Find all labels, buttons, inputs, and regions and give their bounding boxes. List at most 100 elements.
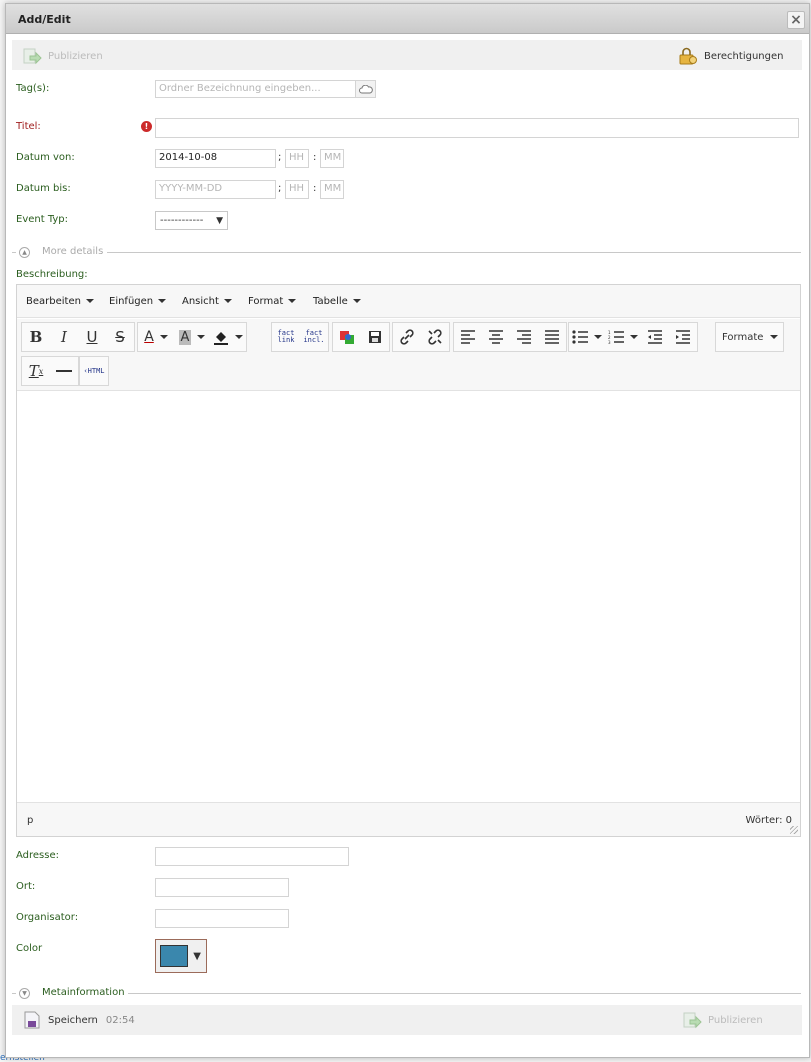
fill-color-icon[interactable] xyxy=(210,323,246,351)
section-divider xyxy=(12,993,16,994)
fact-link-icon[interactable]: fact link xyxy=(272,323,300,351)
color-group: A A xyxy=(137,322,247,352)
dialog-titlebar[interactable]: Add/Edit × xyxy=(6,4,809,34)
publish-icon xyxy=(682,1010,702,1030)
align-justify-icon[interactable] xyxy=(538,323,566,351)
menu-insert[interactable]: Einfügen xyxy=(109,296,167,307)
add-edit-dialog: Add/Edit × Publizieren Berechtigungen Ta… xyxy=(5,3,810,1058)
cloud-icon[interactable] xyxy=(355,80,376,98)
link-group xyxy=(392,322,450,352)
resize-handle-icon[interactable] xyxy=(790,826,798,834)
menu-format[interactable]: Format xyxy=(248,296,297,307)
horizontal-rule-icon[interactable] xyxy=(50,357,78,385)
address-label: Adresse: xyxy=(16,850,59,861)
publish-label-bottom: Publizieren xyxy=(708,1014,763,1026)
date-from-label: Datum von: xyxy=(16,152,75,163)
italic-icon[interactable]: I xyxy=(50,323,78,351)
organizer-label: Organisator: xyxy=(16,912,79,923)
time-separator: ; xyxy=(278,152,282,163)
time-colon: : xyxy=(313,183,317,194)
save-icon xyxy=(22,1010,42,1030)
publish-icon xyxy=(22,46,42,66)
color-label: Color xyxy=(16,943,43,954)
address-input[interactable] xyxy=(155,847,349,866)
date-to-label: Datum bis: xyxy=(16,183,71,194)
link-icon[interactable] xyxy=(393,323,421,351)
event-type-label: Event Typ: xyxy=(16,214,69,225)
date-to-input[interactable]: YYYY-MM-DD xyxy=(155,180,276,199)
bold-icon[interactable]: B xyxy=(22,323,50,351)
save-time: 02:54 xyxy=(105,1014,135,1026)
expand-collapse-icon[interactable]: ▼ xyxy=(19,988,30,999)
save-label: Speichern xyxy=(48,1014,98,1026)
editor-content-area[interactable] xyxy=(17,392,800,802)
clear-group: Tx xyxy=(21,356,79,386)
dialog-title: Add/Edit xyxy=(18,13,71,26)
formats-label: Formate xyxy=(722,331,764,343)
close-icon[interactable]: × xyxy=(787,11,805,29)
image-icon[interactable] xyxy=(333,323,361,351)
background-color-icon[interactable]: A xyxy=(174,323,210,351)
color-picker[interactable]: ▼ xyxy=(155,939,207,973)
fact-include-icon[interactable]: fact incl. xyxy=(300,323,328,351)
formats-dropdown[interactable]: Formate xyxy=(715,322,784,352)
publish-label-top: Publizieren xyxy=(48,50,103,62)
underline-icon[interactable]: U xyxy=(78,323,106,351)
time-colon: : xyxy=(313,152,317,163)
save-button[interactable]: Speichern 02:54 xyxy=(22,1010,135,1030)
html-group: ‹HTML xyxy=(79,356,109,386)
dropdown-arrow-icon: ▼ xyxy=(216,215,223,226)
organizer-input[interactable] xyxy=(155,909,289,928)
bottom-action-bar: Speichern 02:54 Publizieren xyxy=(12,1005,802,1035)
bullet-list-icon[interactable] xyxy=(569,323,605,351)
indent-icon[interactable] xyxy=(669,323,697,351)
save-document-icon[interactable] xyxy=(361,323,389,351)
time-separator: ; xyxy=(278,183,282,194)
fact-group: fact link fact incl. xyxy=(271,322,329,352)
rich-text-editor: Bearbeiten Einfügen Ansicht Format Tabel… xyxy=(16,284,801,837)
more-details-toggle[interactable]: More details xyxy=(42,246,103,257)
menu-edit[interactable]: Bearbeiten xyxy=(26,296,94,307)
color-swatch xyxy=(160,945,188,967)
media-group xyxy=(332,322,390,352)
align-left-icon[interactable] xyxy=(454,323,482,351)
html-source-icon[interactable]: ‹HTML xyxy=(80,357,108,385)
tags-input[interactable]: Ordner Bezeichnung eingeben... xyxy=(155,80,356,98)
permissions-label: Berechtigungen xyxy=(704,50,784,62)
text-color-icon[interactable]: A xyxy=(138,323,174,351)
tags-label: Tag(s): xyxy=(16,83,50,94)
menu-view[interactable]: Ansicht xyxy=(182,296,232,307)
align-right-icon[interactable] xyxy=(510,323,538,351)
date-from-minute[interactable]: MM xyxy=(320,149,344,168)
editor-toolbar: B I U S A A fact link fact incl. 1 2 3 F… xyxy=(17,319,800,391)
publish-button-top[interactable]: Publizieren xyxy=(22,46,103,66)
title-input[interactable] xyxy=(155,118,799,138)
section-divider xyxy=(107,252,801,253)
metainformation-toggle[interactable]: Metainformation xyxy=(42,987,125,998)
element-path[interactable]: p xyxy=(27,815,33,826)
permissions-button[interactable]: Berechtigungen xyxy=(678,46,783,66)
date-from-hour[interactable]: HH xyxy=(285,149,309,168)
outdent-icon[interactable] xyxy=(641,323,669,351)
section-divider xyxy=(128,993,801,994)
unlink-icon[interactable] xyxy=(421,323,449,351)
publish-button-bottom[interactable]: Publizieren xyxy=(682,1010,763,1030)
section-divider xyxy=(12,252,16,253)
menu-table[interactable]: Tabelle xyxy=(313,296,361,307)
required-icon: ! xyxy=(141,121,152,132)
date-from-input[interactable]: 2014-10-08 xyxy=(155,149,276,168)
clear-formatting-icon[interactable]: Tx xyxy=(22,357,50,385)
list-group: 123 xyxy=(568,322,698,352)
expand-collapse-icon[interactable]: ▲ xyxy=(19,247,30,258)
event-type-select[interactable]: ------------ ▼ xyxy=(155,211,228,230)
editor-statusbar: p Wörter: 0 xyxy=(17,802,800,836)
strikethrough-icon[interactable]: S xyxy=(106,323,134,351)
date-to-minute[interactable]: MM xyxy=(320,180,344,199)
date-to-hour[interactable]: HH xyxy=(285,180,309,199)
svg-text:3: 3 xyxy=(608,340,611,344)
city-input[interactable] xyxy=(155,878,289,897)
numbered-list-icon[interactable]: 123 xyxy=(605,323,641,351)
align-center-icon[interactable] xyxy=(482,323,510,351)
lock-icon xyxy=(678,46,698,66)
description-label: Beschreibung: xyxy=(16,269,88,280)
